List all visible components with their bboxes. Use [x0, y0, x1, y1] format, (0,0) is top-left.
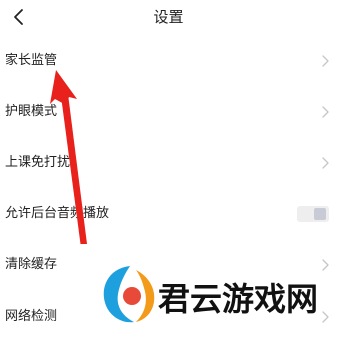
- chevron-right-icon: [322, 106, 329, 118]
- settings-item-label: 清除缓存: [5, 257, 58, 272]
- watermark-logo-icon: [103, 266, 155, 323]
- settings-item-label: 护眼模式: [5, 104, 58, 119]
- settings-item-background-audio: 允许后台音频播放: [0, 189, 337, 239]
- page-title: 设置: [153, 8, 184, 26]
- settings-item-label: 网络检测: [5, 309, 58, 324]
- background-audio-toggle[interactable]: [297, 206, 329, 222]
- settings-item-label: 家长监管: [5, 53, 58, 68]
- chevron-right-icon: [322, 157, 329, 169]
- settings-item-parental-control[interactable]: 家长监管: [0, 36, 337, 86]
- settings-item-class-do-not-disturb[interactable]: 上课免打扰: [0, 138, 337, 188]
- nav-header: 设置: [0, 0, 337, 36]
- settings-item-label: 上课免打扰: [5, 155, 71, 170]
- watermark-logo-text: 君云游戏网: [158, 279, 320, 320]
- svg-text:君云游戏网: 君云游戏网: [158, 280, 318, 318]
- settings-item-eye-protection[interactable]: 护眼模式: [0, 87, 337, 137]
- chevron-right-icon: [322, 55, 329, 67]
- site-watermark: 君云游戏网: [96, 262, 337, 329]
- settings-item-label: 允许后台音频播放: [5, 206, 110, 221]
- toggle-knob: [314, 208, 326, 220]
